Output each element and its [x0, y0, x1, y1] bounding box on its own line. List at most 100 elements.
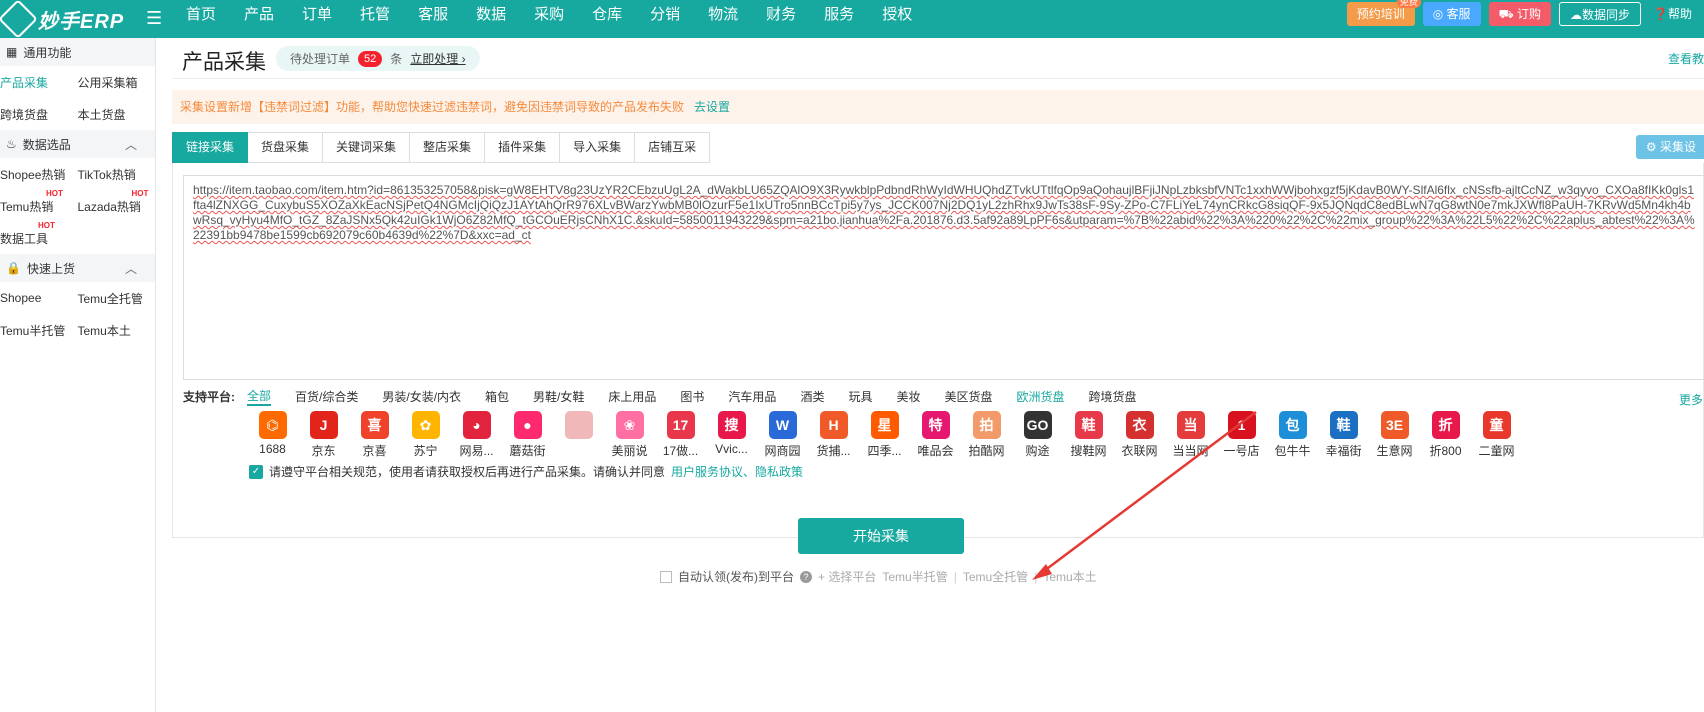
- tab-4[interactable]: 插件采集: [485, 132, 561, 163]
- sidebar-item-temu-full[interactable]: Temu全托管: [78, 290, 156, 307]
- category-2[interactable]: 男装/女装/内衣: [382, 388, 461, 405]
- category-0[interactable]: 全部: [247, 387, 272, 406]
- select-platform-button[interactable]: + 选择平台: [818, 568, 876, 585]
- help-button[interactable]: ❓帮助: [1649, 2, 1696, 26]
- platform-item[interactable]: 特唯品会: [910, 411, 961, 459]
- menu-icon[interactable]: ☰: [146, 8, 162, 29]
- platform-item[interactable]: 鞋搜鞋网: [1063, 411, 1114, 459]
- sidebar-section-quick[interactable]: 🔒 快速上货 ︿: [0, 254, 155, 282]
- nav-item-0[interactable]: 首页: [172, 0, 230, 38]
- category-11[interactable]: 美区货盘: [944, 388, 992, 405]
- category-3[interactable]: 箱包: [485, 388, 509, 405]
- platform-item[interactable]: 3E 生意网: [1369, 411, 1420, 459]
- category-9[interactable]: 玩具: [848, 388, 872, 405]
- category-6[interactable]: 图书: [680, 388, 704, 405]
- sidebar-section-data[interactable]: ♨ 数据选品 ︿: [0, 130, 155, 158]
- order-button[interactable]: ⛟ 订购: [1488, 2, 1552, 26]
- platform-item[interactable]: ✿ 苏宁: [400, 411, 451, 459]
- sync-button[interactable]: ☁数据同步: [1559, 2, 1642, 26]
- collect-settings-button[interactable]: ⚙ 采集设: [1635, 135, 1704, 159]
- platform-item[interactable]: [553, 411, 604, 459]
- platform-item[interactable]: H 货捕...: [808, 411, 859, 459]
- platform-item[interactable]: 衣衣联网: [1114, 411, 1165, 459]
- view-tutorial-link[interactable]: 查看教: [1668, 50, 1704, 67]
- tab-3[interactable]: 整店采集: [410, 132, 486, 163]
- sidebar-item-temu-local[interactable]: Temu本土: [78, 322, 156, 339]
- sidebar-item-local[interactable]: 本土货盘: [78, 106, 156, 123]
- nav-item-12[interactable]: 授权: [868, 0, 926, 38]
- nav-item-5[interactable]: 数据: [462, 0, 520, 38]
- category-1[interactable]: 百货/综合类: [295, 388, 358, 405]
- logo[interactable]: 妙手ERP: [0, 0, 124, 39]
- platform-item[interactable]: 喜京喜: [349, 411, 400, 459]
- tab-0[interactable]: 链接采集: [172, 132, 249, 163]
- sidebar-item-product-collect[interactable]: 产品采集: [0, 74, 78, 91]
- url-input[interactable]: https://item.taobao.com/item.htm?id=8613…: [183, 175, 1704, 380]
- platform-logo-icon: 1: [1227, 411, 1256, 439]
- start-collect-button[interactable]: 开始采集: [798, 518, 964, 554]
- nav-item-4[interactable]: 客服: [404, 0, 462, 38]
- sidebar-item-temu-hot[interactable]: Temu热销 HOT: [0, 189, 78, 215]
- platform-item[interactable]: 鞋幸福街: [1318, 411, 1369, 459]
- platform-category-row: 支持平台: 全部 百货/综合类 男装/女装/内衣 箱包 男鞋/女鞋 床上用品 图书 汽车用品 酒…: [183, 386, 1161, 406]
- category-13[interactable]: 跨境货盘: [1089, 388, 1137, 405]
- platform-item[interactable]: 折折800: [1420, 411, 1471, 459]
- platform-name: 衣联网: [1121, 444, 1158, 458]
- platform-item[interactable]: 搜 Vvic...: [706, 411, 757, 459]
- platform-item[interactable]: 1 一号店: [1216, 411, 1267, 459]
- platform-item[interactable]: 当当当网: [1165, 411, 1216, 459]
- auto-opt-temu-full[interactable]: Temu全托管: [963, 568, 1028, 585]
- service-button[interactable]: ◎ 客服: [1422, 2, 1481, 26]
- platform-item[interactable]: ◕ 网易...: [451, 411, 502, 459]
- category-7[interactable]: 汽车用品: [728, 388, 776, 405]
- nav-item-3[interactable]: 托管: [346, 0, 404, 38]
- sidebar-item-shopee[interactable]: Shopee: [0, 291, 78, 305]
- auto-opt-temu-local[interactable]: Temu本土: [1043, 568, 1096, 585]
- sidebar-item-public-box[interactable]: 公用采集箱: [78, 74, 156, 91]
- platform-item[interactable]: GO 购途: [1012, 411, 1063, 459]
- tab-6[interactable]: 店铺互采: [635, 132, 711, 163]
- platform-item[interactable]: J 京东: [298, 411, 349, 459]
- nav-item-10[interactable]: 财务: [752, 0, 810, 38]
- platform-item[interactable]: 拍拍酷网: [961, 411, 1012, 459]
- platform-item[interactable]: W 网商园: [757, 411, 808, 459]
- platform-item[interactable]: 包包牛牛: [1267, 411, 1318, 459]
- nav-item-1[interactable]: 产品: [230, 0, 288, 38]
- nav-item-6[interactable]: 采购: [520, 0, 578, 38]
- category-8[interactable]: 酒类: [800, 388, 824, 405]
- category-4[interactable]: 男鞋/女鞋: [533, 388, 584, 405]
- platform-item[interactable]: ⌬ 1688: [247, 411, 298, 459]
- platform-item[interactable]: 17 17做...: [655, 411, 706, 459]
- platform-item[interactable]: ● 蘑菇街: [502, 411, 553, 459]
- sidebar-item-shopee-hot[interactable]: Shopee热销: [0, 166, 78, 183]
- more-link[interactable]: 更多: [1679, 391, 1703, 408]
- auto-opt-temu-semi[interactable]: Temu半托管: [882, 568, 947, 585]
- category-5[interactable]: 床上用品: [608, 388, 656, 405]
- nav-item-8[interactable]: 分销: [636, 0, 694, 38]
- platform-logo-icon: 鞋: [1329, 411, 1358, 439]
- platform-item[interactable]: 星四季...: [859, 411, 910, 459]
- agreement-checkbox[interactable]: ✓: [249, 464, 263, 479]
- category-10[interactable]: 美妆: [896, 388, 920, 405]
- sidebar-item-temu-semi[interactable]: Temu半托管: [0, 322, 78, 339]
- sidebar-item-tiktok-hot[interactable]: TikTok热销: [78, 166, 156, 183]
- tab-2[interactable]: 关键词采集: [323, 132, 411, 163]
- agreement-link[interactable]: 用户服务协议、隐私政策: [671, 463, 803, 480]
- auto-claim-checkbox[interactable]: [660, 570, 672, 583]
- nav-item-11[interactable]: 服务: [810, 0, 868, 38]
- sidebar-item-data-tools[interactable]: 数据工具 HOT: [0, 221, 78, 247]
- tab-1[interactable]: 货盘采集: [248, 132, 324, 163]
- sidebar-item-cross-border[interactable]: 跨境货盘: [0, 106, 78, 123]
- process-now-link[interactable]: 立即处理 ›: [410, 50, 465, 67]
- nav-item-9[interactable]: 物流: [694, 0, 752, 38]
- platform-item[interactable]: 童二童网: [1471, 411, 1522, 459]
- platform-item[interactable]: ❀ 美丽说: [604, 411, 655, 459]
- sidebar-item-lazada-hot[interactable]: Lazada热销 HOT: [78, 189, 156, 215]
- tab-5[interactable]: 导入采集: [560, 132, 636, 163]
- training-button[interactable]: 预约培训 免费: [1346, 0, 1421, 26]
- nav-item-7[interactable]: 仓库: [578, 0, 636, 38]
- sidebar-section-common[interactable]: ▦ 通用功能: [0, 38, 155, 66]
- category-12[interactable]: 欧洲货盘: [1017, 388, 1065, 405]
- go-settings-link[interactable]: 去设置: [694, 100, 730, 114]
- nav-item-2[interactable]: 订单: [288, 0, 346, 38]
